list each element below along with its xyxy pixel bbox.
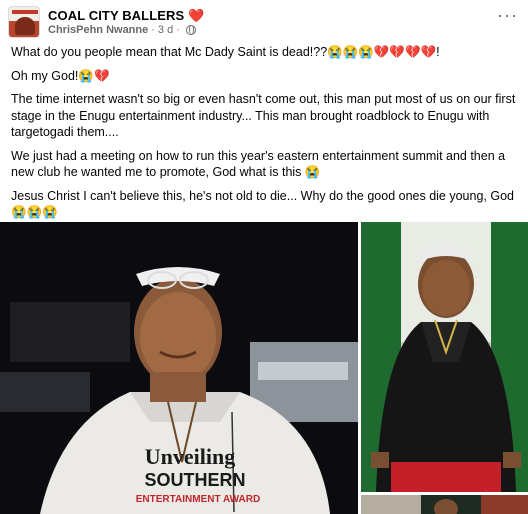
- separator-dot: ·: [151, 24, 155, 36]
- shirt-text-line2: SOUTHERN: [144, 470, 245, 490]
- post-header: COAL CITY BALLERS ❤️ ChrisPehn Nwanne · …: [8, 4, 205, 40]
- post-text: What do you people mean that Mc Dady Sai…: [11, 44, 519, 228]
- shirt-text-line3: ENTERTAINMENT AWARD: [136, 494, 260, 505]
- post-photo-2[interactable]: [361, 222, 528, 492]
- post-photo-1[interactable]: Unveiling SOUTHERN ENTERTAINMENT AWARD: [0, 222, 358, 514]
- heart-icon: ❤️: [188, 8, 205, 23]
- group-name-row: COAL CITY BALLERS ❤️: [48, 8, 205, 23]
- photo-grid: Unveiling SOUTHERN ENTERTAINMENT AWARD: [0, 222, 528, 514]
- separator-dot: ·: [176, 24, 180, 36]
- photo-1-image: Unveiling SOUTHERN ENTERTAINMENT AWARD: [0, 222, 358, 514]
- group-name[interactable]: COAL CITY BALLERS: [48, 8, 184, 23]
- post-subline: ChrisPehn Nwanne · 3 d ·: [48, 24, 205, 36]
- shirt-text-line1: Unveiling: [145, 444, 235, 469]
- post-paragraph: The time internet wasn't so big or even …: [11, 92, 516, 139]
- post-paragraph: We just had a meeting on how to run this…: [11, 148, 506, 180]
- post-meta: COAL CITY BALLERS ❤️ ChrisPehn Nwanne · …: [48, 8, 205, 36]
- post-paragraph: Jesus Christ I can't believe this, he's …: [11, 188, 514, 220]
- globe-icon: [185, 25, 196, 35]
- post-paragraph: Oh my God!😭💔: [11, 68, 110, 83]
- group-avatar[interactable]: [8, 6, 40, 38]
- photo-2-image: [361, 222, 528, 492]
- post-photo-3[interactable]: [361, 495, 528, 514]
- photo-3-image: [361, 495, 528, 514]
- more-options-icon[interactable]: ···: [497, 6, 518, 24]
- post-paragraph: What do you people mean that Mc Dady Sai…: [11, 45, 440, 59]
- author-name[interactable]: ChrisPehn Nwanne: [48, 24, 148, 36]
- post-time[interactable]: 3 d: [158, 24, 173, 36]
